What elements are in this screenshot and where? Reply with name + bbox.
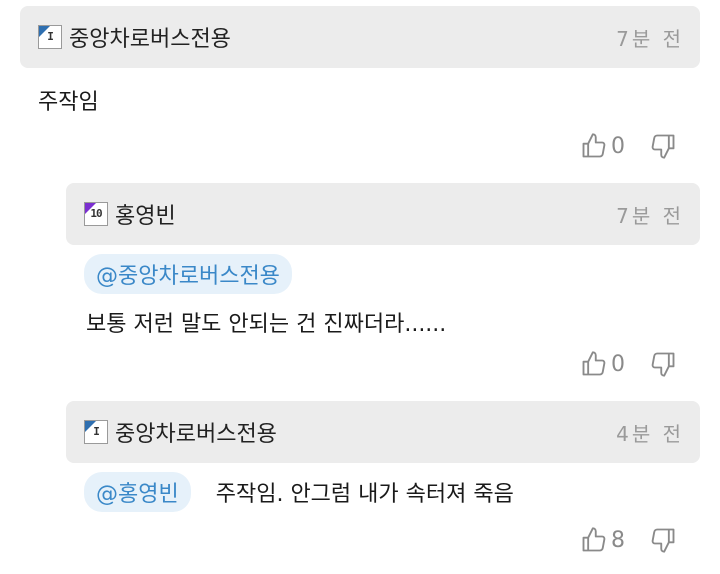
reply-text: 주작임. 안그럼 내가 속터져 죽음 (215, 482, 514, 507)
reply-header: 10 홍영빈 7분 전 (66, 183, 700, 245)
like-button[interactable]: 8 (580, 526, 649, 554)
like-button[interactable]: 0 (580, 132, 649, 160)
mention-tag[interactable]: @홍영빈 (84, 472, 191, 512)
timestamp: 4분 전 (616, 421, 684, 446)
like-count: 8 (611, 527, 625, 553)
thumbs-down-icon (651, 528, 675, 553)
vote-bar: 0 (580, 132, 677, 160)
thumbs-up-icon (582, 527, 606, 552)
reply-text: 보통 저런 말도 안되는 건 진짜더라...... (86, 312, 447, 337)
timestamp: 7분 전 (616, 203, 684, 228)
thumbs-down-icon (651, 352, 675, 377)
like-count: 0 (611, 351, 625, 377)
timestamp: 7분 전 (616, 26, 684, 51)
mention-row: @홍영빈 주작임. 안그럼 내가 속터져 죽음 (84, 472, 514, 512)
mention-row: @중앙차로버스전용 (84, 254, 292, 294)
comment-text: 주작임 (38, 90, 99, 115)
dislike-button[interactable] (649, 132, 677, 160)
thumbs-up-icon (582, 351, 606, 376)
nickname[interactable]: 홍영빈 (115, 198, 176, 230)
dislike-button[interactable] (649, 350, 677, 378)
level-badge-icon: 10 (84, 202, 108, 226)
reply-header: I 중앙차로버스전용 4분 전 (66, 401, 700, 463)
thumbs-down-icon (651, 134, 675, 159)
like-button[interactable]: 0 (580, 350, 649, 378)
nickname[interactable]: 중앙차로버스전용 (115, 416, 277, 448)
like-count: 0 (611, 133, 625, 159)
level-badge-icon: I (84, 420, 108, 444)
thumbs-up-icon (582, 133, 606, 158)
comment-header: I 중앙차로버스전용 7분 전 (20, 6, 700, 68)
mention-tag[interactable]: @중앙차로버스전용 (84, 254, 292, 294)
dislike-button[interactable] (649, 526, 677, 554)
vote-bar: 0 (580, 350, 677, 378)
level-badge-icon: I (38, 25, 62, 49)
nickname[interactable]: 중앙차로버스전용 (69, 21, 231, 53)
vote-bar: 8 (580, 526, 677, 554)
